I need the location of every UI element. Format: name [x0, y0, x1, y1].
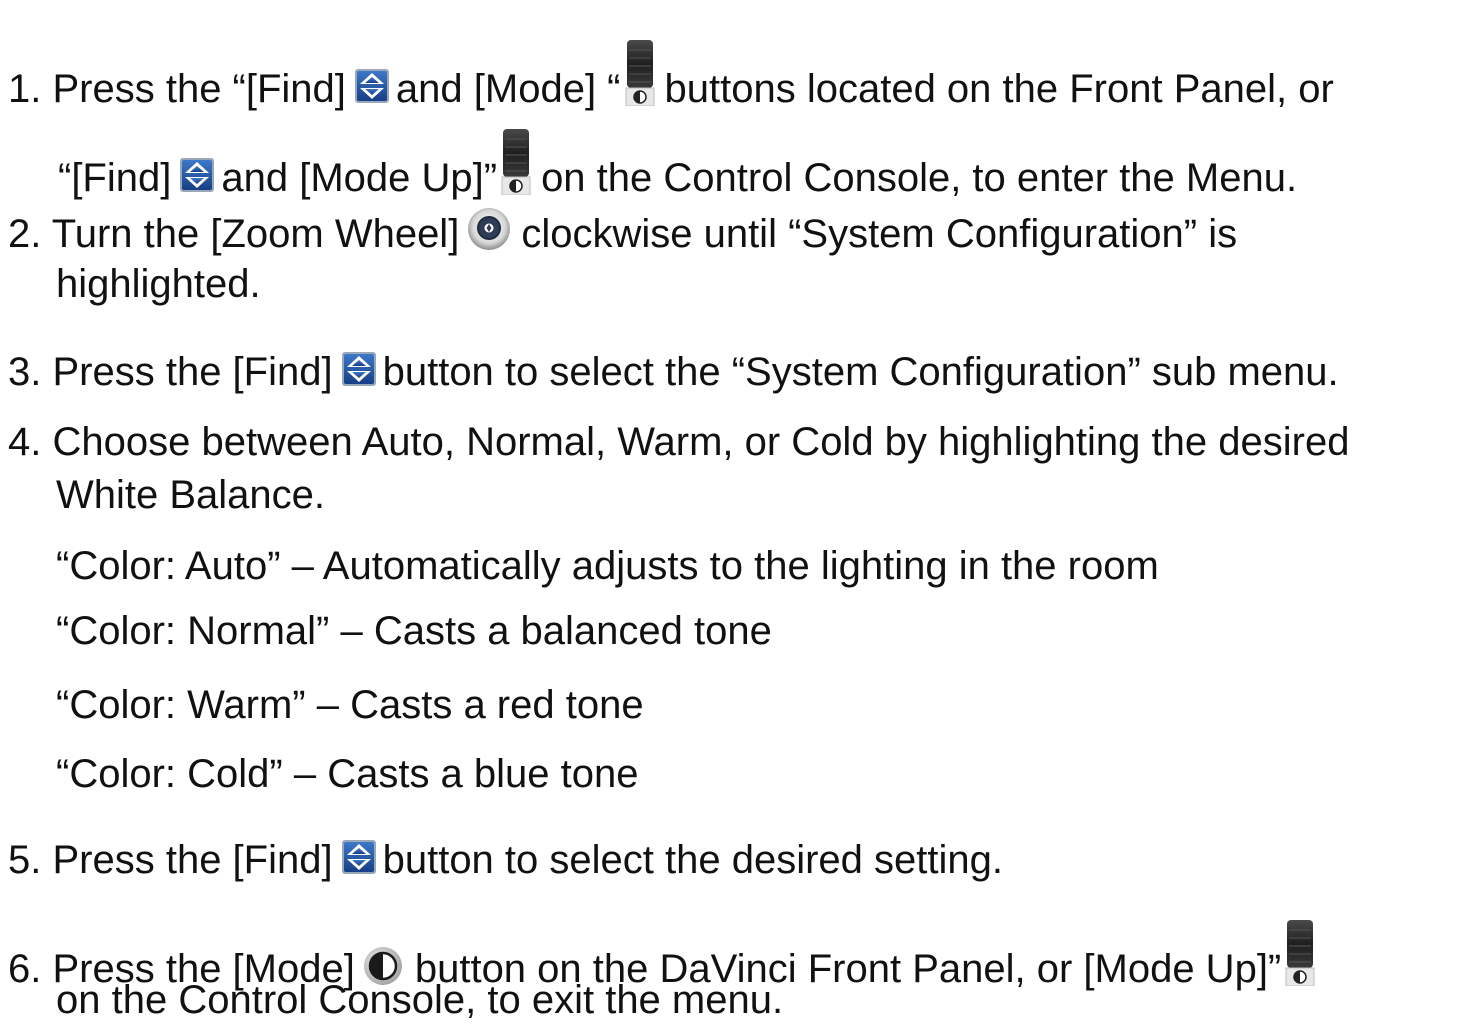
- step-text: “[Find]: [58, 156, 172, 200]
- find-button-icon: [179, 157, 215, 193]
- step-text: and [Mode Up]”: [221, 156, 498, 200]
- color-option-text: “Color: Warm” – Casts a red tone: [56, 683, 644, 727]
- step-1-line-2: “[Find] and [Mode Up]” on the Control Cons…: [58, 129, 1297, 200]
- color-option-text: “Color: Cold” – Casts a blue tone: [56, 752, 639, 796]
- step-text: and [Mode] “: [395, 67, 621, 111]
- step-text: 2. Turn the [Zoom Wheel]: [8, 212, 460, 256]
- step-text: button to select the desired setting.: [382, 838, 1003, 882]
- find-button-icon: [354, 68, 390, 104]
- zoom-wheel-icon: [467, 207, 511, 251]
- color-option-normal: “Color: Normal” – Casts a balanced tone: [56, 607, 772, 655]
- step-text: 5. Press the [Find]: [8, 838, 333, 882]
- find-button-icon: [341, 351, 377, 387]
- step-1-line-1: 1. Press the “[Find] and [Mode] “ buttons …: [8, 40, 1334, 111]
- step-2-line-2: highlighted.: [56, 260, 261, 308]
- step-3-line-1: 3. Press the [Find] button to select the …: [8, 348, 1339, 396]
- step-text: on the Control Console, to exit the menu…: [56, 978, 784, 1022]
- color-option-cold: “Color: Cold” – Casts a blue tone: [56, 750, 639, 798]
- step-text: White Balance.: [56, 473, 326, 517]
- step-text: buttons located on the Front Panel, or: [664, 67, 1334, 111]
- step-text: clockwise until “System Configuration” i…: [521, 212, 1238, 256]
- color-option-warm: “Color: Warm” – Casts a red tone: [56, 681, 644, 729]
- step-text: button to select the “System Configurati…: [382, 350, 1339, 394]
- step-4-line-2: White Balance.: [56, 471, 325, 519]
- step-text: on the Control Console, to enter the Men…: [541, 156, 1298, 200]
- mode-up-roller-icon: [1285, 920, 1315, 986]
- step-5-line-1: 5. Press the [Find] button to select the …: [8, 836, 1003, 884]
- find-button-icon: [341, 839, 377, 875]
- step-4-line-1: 4. Choose between Auto, Normal, Warm, or…: [8, 418, 1349, 466]
- step-text: 3. Press the [Find]: [8, 350, 333, 394]
- step-text: 1. Press the “[Find]: [8, 67, 346, 111]
- step-text: 4. Choose between Auto, Normal, Warm, or…: [8, 420, 1350, 464]
- mode-up-roller-icon: [625, 40, 655, 106]
- color-option-text: “Color: Normal” – Casts a balanced tone: [56, 609, 772, 653]
- step-2-line-1: 2. Turn the [Zoom Wheel] clockwise until …: [8, 207, 1238, 256]
- color-option-text: “Color: Auto” – Automatically adjusts to…: [56, 544, 1159, 588]
- mode-up-roller-icon: [501, 129, 531, 195]
- step-6-line-2: on the Control Console, to exit the menu…: [56, 976, 783, 1024]
- step-6-line-1: 6. Press the [Mode] button on the DaVinci…: [8, 920, 1325, 991]
- color-option-auto: “Color: Auto” – Automatically adjusts to…: [56, 542, 1159, 590]
- step-text: highlighted.: [56, 262, 261, 306]
